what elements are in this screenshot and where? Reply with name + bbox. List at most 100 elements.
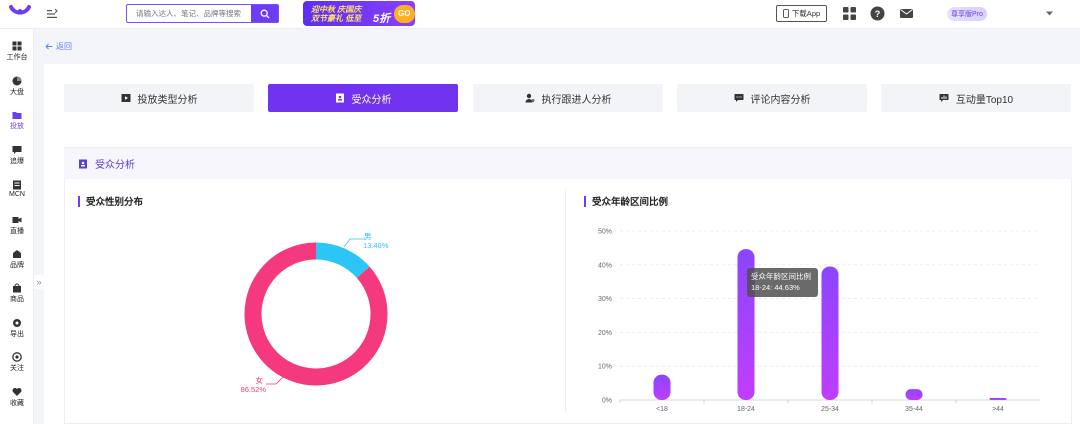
tab-interaction-top10[interactable]: 互动量Top10 [881,84,1071,112]
sidebar-item-trending[interactable]: 追爆 [0,143,34,173]
tab-label: 投放类型分析 [137,94,198,106]
sidebar-item-label: MCN [9,191,25,198]
promo-line-1: 迎中秋 庆国庆 [311,4,362,14]
folder-icon [12,112,22,119]
tab-executor[interactable]: 执行跟进人分析 [473,84,663,112]
sidebar-item-market[interactable]: 大盘 [0,74,34,104]
sidebar-item-label: 关注 [10,365,24,372]
sidebar-item-label: 收藏 [10,400,24,407]
sidebar-item-label: 直播 [10,228,24,235]
sidebar-item-goods[interactable]: 商品 [0,281,34,311]
tab-label: 执行跟进人分析 [541,94,612,106]
chat-icon [12,146,22,154]
card-divider [565,190,566,412]
title-accent-bar [584,195,586,207]
back-link[interactable]: 返回 [45,41,72,52]
tab-comments[interactable]: 评论内容分析 [677,84,867,112]
play-folder-icon [121,94,130,102]
y-tick-label: 50% [598,229,612,236]
sidebar-item-follow[interactable]: 关注 [0,350,34,380]
donut-slice-male[interactable] [315,242,370,279]
male-leader-line [344,238,365,248]
user-cog-icon [525,93,534,103]
sidebar-item-label: 品牌 [10,262,24,269]
x-tick-label: 35-44 [905,406,923,413]
gender-title-text: 受众性别分布 [86,197,144,208]
sidebar-item-mcn[interactable]: MCN [0,178,34,208]
search-input[interactable] [127,5,253,22]
plan-badge[interactable]: 尊享版Pro [947,7,987,21]
search-button[interactable] [251,5,278,22]
person-doc-icon [79,159,87,168]
tab-delivery-type[interactable]: 投放类型分析 [64,84,254,112]
chart-tooltip: 受众年龄区间比例 18-24: 44.63% [747,268,818,297]
tooltip-value: 18-24: 44.63% [751,283,800,292]
download-app-button[interactable]: 下载App [776,5,827,22]
promo-text: 迎中秋 庆国庆 双节豪礼 低至 [311,5,374,23]
gear-icon [13,319,21,327]
male-category: 男 [364,232,372,241]
tab-label: 互动量Top10 [955,94,1014,106]
chevron-down-icon[interactable] [1045,10,1054,17]
section-header: 受众分析 [64,147,1072,179]
x-tick-label: >44 [992,406,1004,413]
tab-label: 评论内容分析 [750,94,811,106]
sidebar-item-export[interactable]: 导出 [0,316,34,346]
app-logo[interactable] [8,3,32,25]
video-icon [12,217,22,223]
arrow-left-icon [45,43,53,50]
sidebar: 工作台 大盘 投放 追爆 MCN 直播 品牌 商品 导出 关注 收藏 [0,29,34,424]
search-icon [260,9,269,18]
sidebar-item-label: 追爆 [10,158,24,165]
tab-audience[interactable]: 受众分析 [268,84,458,112]
svg-text:?: ? [875,9,881,19]
chart-icon [939,94,949,102]
help-icon[interactable]: ? [870,6,885,21]
section-title: 受众分析 [95,160,135,171]
menu-toggle-icon[interactable] [46,8,58,20]
download-app-label: 下载App [791,9,821,18]
sidebar-item-live[interactable]: 直播 [0,213,34,243]
x-tick-label: <18 [656,406,668,413]
sidebar-item-delivery[interactable]: 投放 [0,108,34,138]
y-tick-label: 40% [598,262,612,269]
apps-grid-icon[interactable] [842,6,857,21]
y-tick-label: 20% [598,330,612,337]
tooltip-title: 受众年龄区间比例 [751,272,811,281]
age-bar-<18[interactable] [653,374,671,400]
y-tick-label: 30% [598,296,612,303]
brand-icon [13,250,21,258]
y-tick-label: 0% [602,398,612,405]
promo-line-2: 双节豪礼 低至 [311,13,362,23]
age-bar-25-34[interactable] [821,266,839,400]
pie-icon [12,76,22,86]
search-box [126,4,279,23]
grid-icon [12,41,22,51]
age-bar-svg: 0% 10% 20% 30% 40% 50% <18 18-24 25-34 35-44 >44 [598,229,1040,413]
age-bar-35-44[interactable] [905,389,923,400]
female-leader-line [266,376,284,385]
age-bar->44[interactable] [989,397,1007,400]
x-tick-label: 18-24 [737,406,755,413]
gender-donut-chart [244,242,388,386]
sidebar-item-favorites[interactable]: 收藏 [0,385,34,415]
person-doc-icon [335,93,344,103]
doc-icon [13,180,21,190]
y-tick-label: 10% [598,364,612,371]
sidebar-item-label: 商品 [10,296,24,303]
promo-discount: 5折 [373,13,391,25]
mail-icon[interactable] [899,6,914,21]
sidebar-item-workbench[interactable]: 工作台 [0,39,34,69]
promo-banner[interactable]: 迎中秋 庆国庆 双节豪礼 低至 5折 GO [303,1,415,26]
male-label: 男 13.48% [363,232,388,250]
sidebar-item-brand[interactable]: 品牌 [0,247,34,277]
sidebar-item-label: 投放 [10,123,24,130]
heart-icon [12,388,22,396]
tab-label: 受众分析 [351,94,392,106]
sidebar-item-label: 大盘 [10,89,24,96]
sidebar-collapse-button[interactable]: » [34,275,44,289]
bag-icon [13,283,21,293]
promo-go-badge: GO [393,4,415,23]
gender-card-title: 受众性别分布 [78,194,143,208]
x-tick-label: 25-34 [821,406,839,413]
